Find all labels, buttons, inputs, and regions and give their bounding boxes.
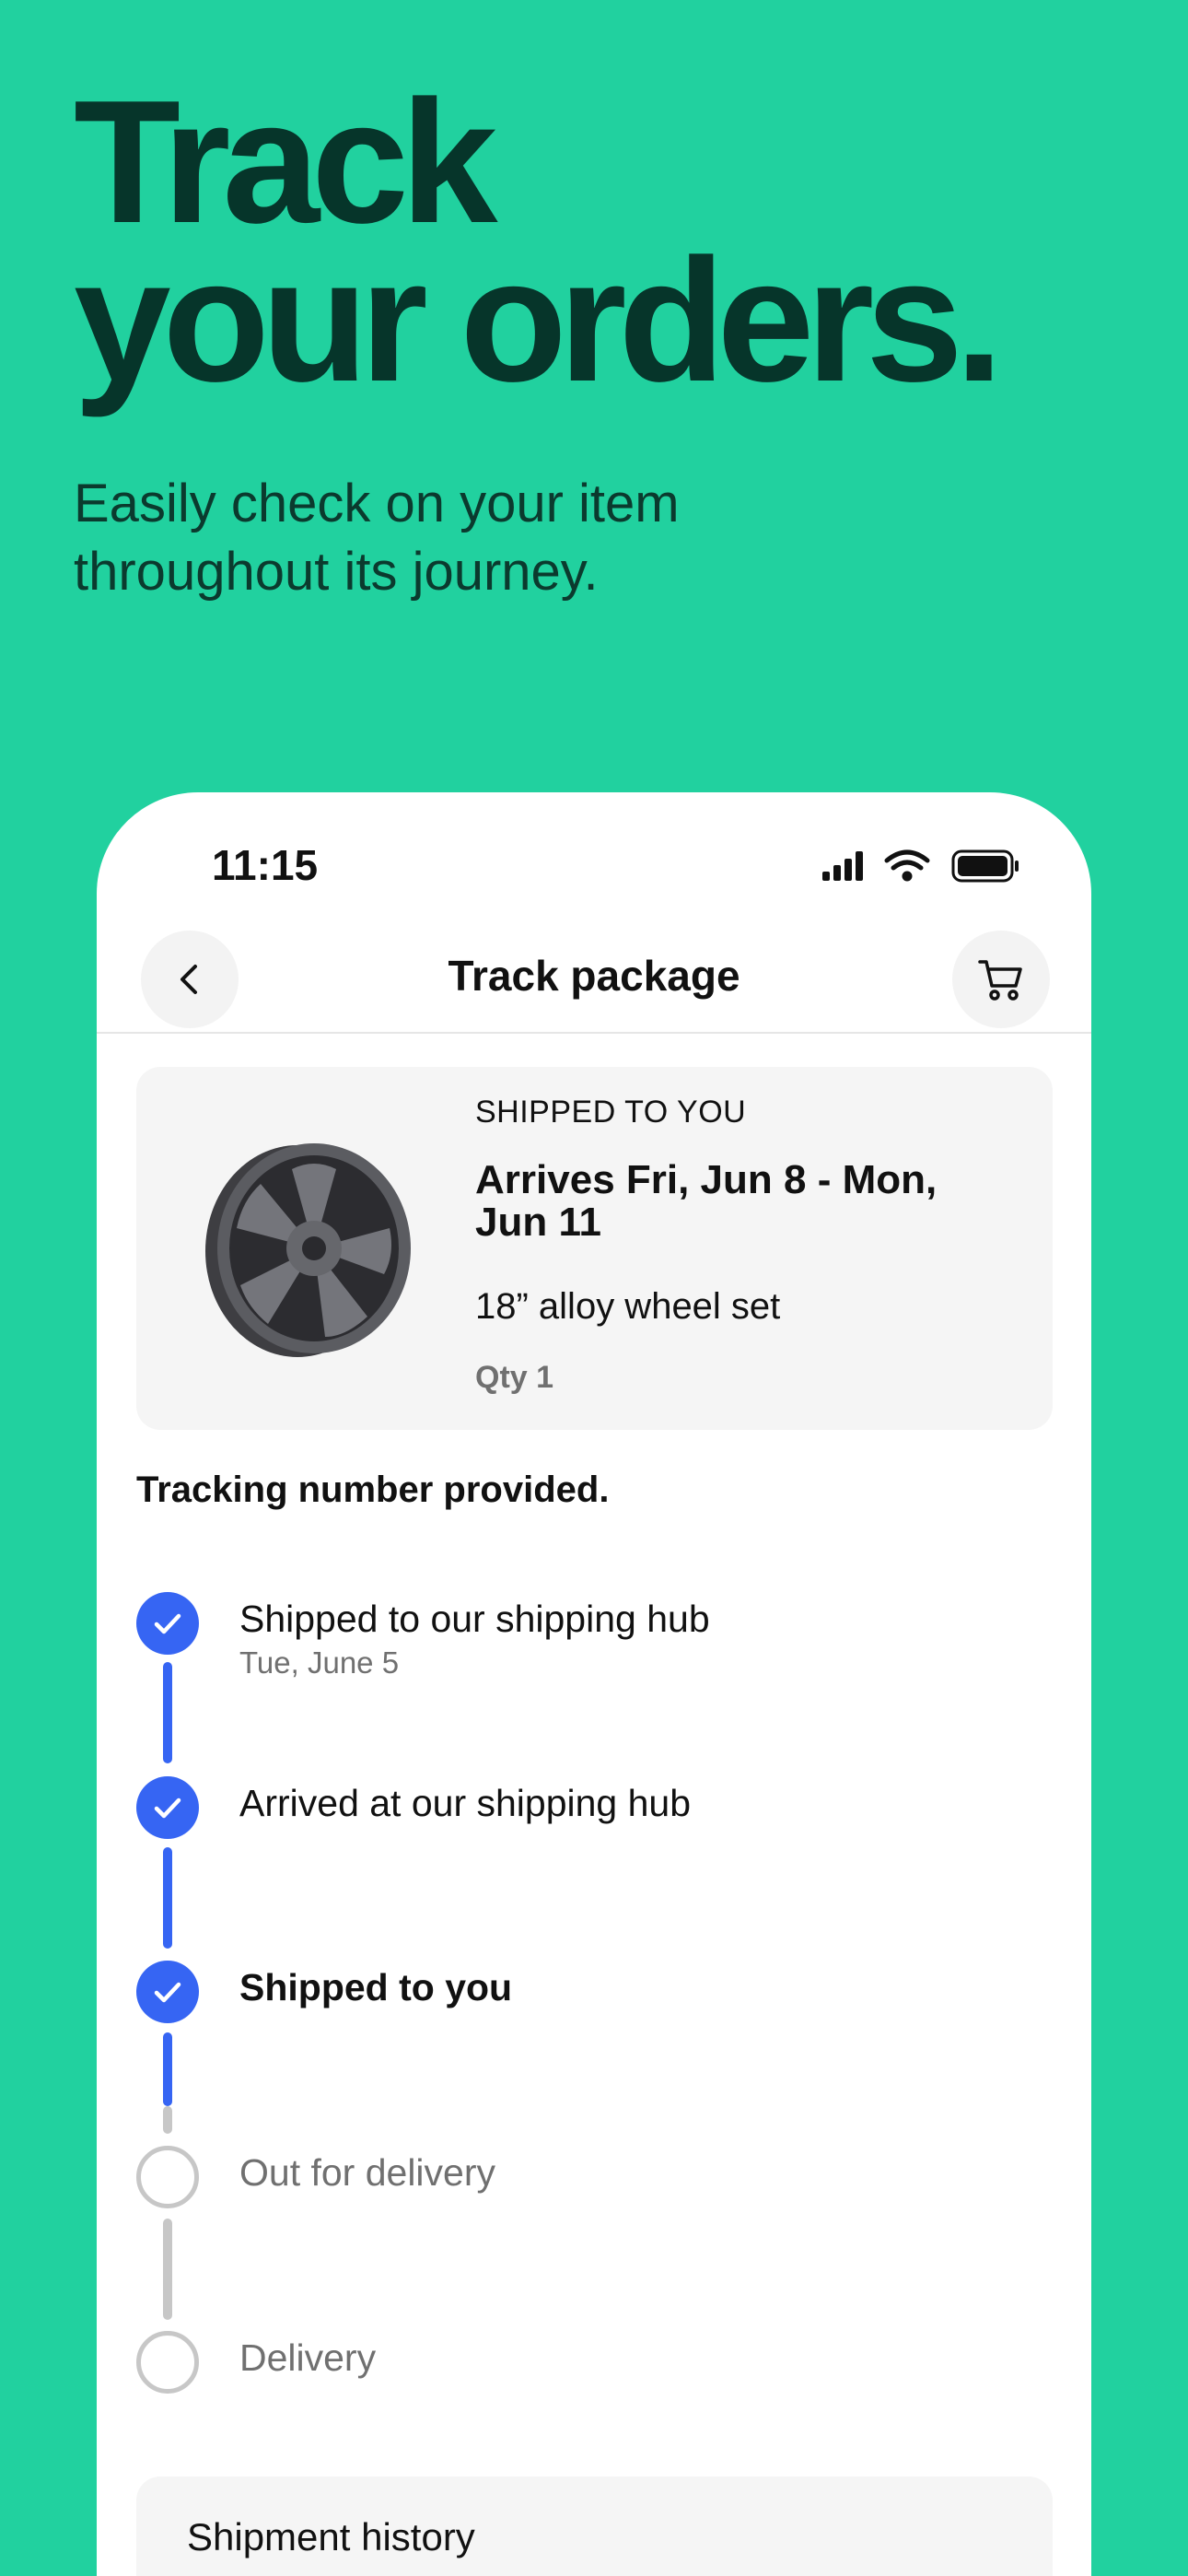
status-icons	[822, 849, 1019, 883]
step-label: Out for delivery	[239, 2151, 495, 2194]
wifi-icon	[884, 849, 930, 882]
timeline-connector-progress	[163, 2032, 172, 2106]
check-icon	[136, 1961, 199, 2023]
promo-subtitle: Easily check on your item throughout its…	[74, 474, 680, 602]
step-label: Delivery	[239, 2336, 377, 2379]
headline-line-1: Track	[74, 64, 498, 260]
promo-page: Track your orders. Easily check on your …	[0, 0, 1188, 2576]
page-title: Track package	[448, 952, 740, 1000]
tracking-note: Tracking number provided.	[136, 1469, 610, 1510]
step-label: Arrived at our shipping hub	[239, 1782, 692, 1824]
item-quantity: Qty 1	[475, 1360, 554, 1395]
nav-bar: Track package	[97, 931, 1091, 1034]
cart-button[interactable]	[952, 931, 1050, 1028]
cart-icon	[978, 960, 1022, 1001]
empty-circle-icon	[136, 2146, 199, 2208]
tracking-timeline: Shipped to our shipping hub Tue, June 5 …	[136, 1592, 1053, 2394]
shipment-history-title: Shipment history	[187, 2515, 475, 2558]
arrival-window: Arrives Fri, Jun 8 - Mon, Jun 11	[475, 1157, 938, 1245]
shipping-status-label: SHIPPED TO YOU	[475, 1095, 747, 1130]
step-date: Tue, June 5	[239, 1645, 400, 1680]
order-item-card[interactable]: SHIPPED TO YOU Arrives Fri, Jun 8 - Mon,…	[136, 1067, 1053, 1430]
headline-line-2: your orders.	[74, 223, 1004, 418]
step-label: Shipped to our shipping hub	[239, 1598, 710, 1640]
shipment-history-card[interactable]: Shipment history	[136, 2476, 1053, 2576]
timeline-connector-remaining	[163, 2106, 172, 2134]
check-icon	[136, 1776, 199, 1839]
timeline-connector	[163, 2219, 172, 2320]
timeline-connector	[163, 1662, 172, 1763]
cellular-signal-icon	[822, 851, 863, 881]
item-title: 18” alloy wheel set	[475, 1286, 781, 1327]
check-icon	[136, 1592, 199, 1655]
empty-circle-icon	[136, 2331, 199, 2394]
battery-icon	[951, 849, 1019, 883]
timeline-connector	[163, 1847, 172, 1949]
alloy-wheel-image	[205, 1143, 411, 1357]
status-time: 11:15	[212, 841, 319, 889]
promo-headline: Track your orders.	[74, 64, 1004, 418]
step-label: Shipped to you	[239, 1966, 513, 2008]
phone-screen: 11:15 Track package SHIPPED TO YOU Arriv…	[97, 792, 1091, 2576]
